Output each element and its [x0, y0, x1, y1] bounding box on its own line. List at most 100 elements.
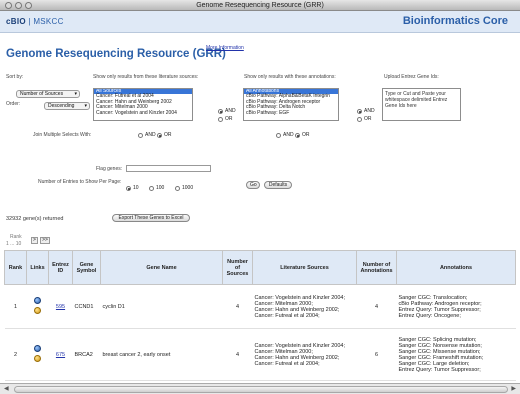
column-header[interactable]: Number of Annotations: [356, 250, 397, 285]
literature-and-radio[interactable]: AND: [218, 108, 236, 114]
column-header[interactable]: Rank: [4, 250, 27, 285]
column-header[interactable]: Literature Sources: [252, 250, 357, 285]
radio-label: AND: [283, 132, 294, 138]
number-of-sources-cell: 4: [222, 284, 253, 329]
entrez-ids-textarea[interactable]: Type or Cut and Paste your whitespace de…: [382, 88, 461, 121]
gene-link-icon[interactable]: [34, 355, 41, 362]
globe-icon[interactable]: [34, 345, 41, 352]
window-title: Genome Resequencing Resource (GRR): [196, 2, 324, 9]
entrez-id-cell: 595: [48, 284, 73, 329]
literature-source-item: Cancer: Vogelstein and Kinzler 2004;: [254, 294, 346, 301]
brand-title: Bioinformatics Core: [402, 15, 508, 27]
list-item[interactable]: cBio Pathway: EGF: [244, 110, 338, 116]
join2-and-radio[interactable]: AND: [276, 132, 294, 138]
close-window-icon[interactable]: [5, 2, 12, 9]
flag-genes-input[interactable]: [126, 165, 211, 172]
gene-symbol-cell: BRCA2: [72, 328, 101, 381]
horizontal-scrollbar[interactable]: ◀ ▶: [0, 383, 520, 394]
export-excel-button[interactable]: Export These Genes to Excel: [112, 214, 190, 222]
gene-link-icon[interactable]: [34, 307, 41, 314]
pager-rank-label: Rank: [10, 234, 22, 240]
radio-dot: [126, 185, 131, 191]
column-header[interactable]: Annotations: [396, 250, 516, 285]
cbio-logo[interactable]: cBIO | MSKCC: [6, 17, 64, 26]
literature-sources-cell: Cancer: Vogelstein and Kinzler 2004; Can…: [252, 328, 357, 381]
links-cell: [26, 328, 49, 381]
annotations-cell: Sanger CGC: Splicing mutation; Sanger CG…: [396, 328, 516, 381]
number-of-annotations-cell: 6: [356, 328, 397, 381]
pager-next-button[interactable]: >: [31, 237, 38, 244]
literature-source-item: Cancer: Futreal et al 2004;: [254, 360, 320, 367]
list-item[interactable]: Cancer: Vogelstein and Kinzler 2004: [94, 110, 192, 116]
scrollbar-thumb[interactable]: [14, 386, 508, 393]
sort-field-select[interactable]: Number of Sources: [16, 90, 80, 98]
literature-or-radio[interactable]: OR: [218, 116, 233, 122]
defaults-button[interactable]: Defaults: [264, 181, 292, 189]
entrez-id-link[interactable]: 595: [56, 304, 65, 310]
column-header: Links: [26, 250, 49, 285]
upload-ids-label: Upload Entrez Gene Ids:: [384, 74, 439, 80]
radio-label: OR: [225, 116, 233, 122]
table-row: 2 675 BRCA2 breast cancer 2, early onset…: [4, 328, 516, 381]
page-title: Genome Resequencing Resource (GRR): [6, 48, 226, 60]
entries-100-radio[interactable]: 100: [149, 185, 164, 191]
order-label: Order:: [6, 101, 21, 107]
annotations-and-radio[interactable]: AND: [357, 108, 375, 114]
radio-label: 1000: [182, 185, 194, 191]
literature-sources-list[interactable]: All Sources Cancer: Futreal et al 2004 C…: [93, 88, 193, 121]
scroll-right-arrow-icon[interactable]: ▶: [511, 385, 516, 392]
radio-dot: [218, 108, 223, 114]
column-header[interactable]: Entrez ID: [48, 250, 73, 285]
go-button[interactable]: Go: [246, 181, 260, 189]
annotations-cell: Sanger CGC: Translocation; cBio Pathway:…: [396, 284, 516, 329]
annotation-item: Entrez Query: Tumor Suppressor;: [398, 366, 481, 373]
entrez-id-cell: 675: [48, 328, 73, 381]
radio-label: AND: [145, 132, 156, 138]
join-selects-label: Join Multiple Selects With:: [33, 132, 92, 138]
links-cell: [26, 284, 49, 329]
radio-dot: [149, 185, 154, 191]
entrez-id-link[interactable]: 675: [56, 352, 65, 358]
annotation-item: Entrez Query: Oncogene;: [398, 312, 461, 319]
radio-label: 10: [133, 185, 139, 191]
column-header[interactable]: Gene Symbol: [72, 250, 101, 285]
globe-icon[interactable]: [34, 297, 41, 304]
radio-dot: [157, 132, 162, 138]
radio-dot: [218, 116, 223, 122]
gene-name-cell: breast cancer 2, early onset: [100, 328, 223, 381]
column-header[interactable]: Number of Sources: [222, 250, 253, 285]
window-titlebar: Genome Resequencing Resource (GRR): [0, 0, 520, 11]
table-header-row: Rank Links Entrez ID Gene Symbol Gene Na…: [4, 250, 516, 285]
more-info-link[interactable]: More Information: [206, 45, 244, 51]
annotations-list[interactable]: All Annotations cBio Pathway: AlphaB&Bet…: [243, 88, 339, 121]
entries-1000-radio[interactable]: 1000: [175, 185, 193, 191]
number-of-sources-cell: 4: [222, 328, 253, 381]
literature-sources-cell: Cancer: Vogelstein and Kinzler 2004; Can…: [252, 284, 357, 329]
page-content: cBIO | MSKCC Bioinformatics Core Genome …: [0, 11, 520, 383]
join-or-radio[interactable]: OR: [157, 132, 172, 138]
join-and-radio[interactable]: AND: [138, 132, 156, 138]
pager-range: 1 ... 10: [6, 241, 22, 247]
literature-source-item: Cancer: Vogelstein and Kinzler 2004;: [254, 342, 346, 349]
gene-name-cell: cyclin D1: [100, 284, 223, 329]
order-select[interactable]: Descending: [44, 102, 90, 110]
results-table: Rank Links Entrez ID Gene Symbol Gene Na…: [4, 250, 516, 381]
radio-dot: [357, 108, 362, 114]
radio-label: OR: [302, 132, 310, 138]
entries-10-radio[interactable]: 10: [126, 185, 139, 191]
logo-text-mskcc: MSKCC: [33, 17, 64, 26]
annotations-label: Show only results with these annotations…: [244, 74, 336, 80]
pager-last-button[interactable]: >>: [40, 237, 50, 244]
radio-label: OR: [164, 132, 172, 138]
logo-text-cbio: cBIO: [6, 17, 26, 26]
column-header[interactable]: Gene Name: [100, 250, 223, 285]
number-of-annotations-cell: 4: [356, 284, 397, 329]
minimize-window-icon[interactable]: [15, 2, 22, 9]
join2-or-radio[interactable]: OR: [295, 132, 310, 138]
sort-by-label: Sort by:: [6, 74, 24, 80]
scroll-left-arrow-icon[interactable]: ◀: [4, 385, 9, 392]
gene-symbol-cell: CCND1: [72, 284, 101, 329]
annotations-or-radio[interactable]: OR: [357, 116, 372, 122]
zoom-window-icon[interactable]: [25, 2, 32, 9]
radio-label: AND: [225, 108, 236, 114]
